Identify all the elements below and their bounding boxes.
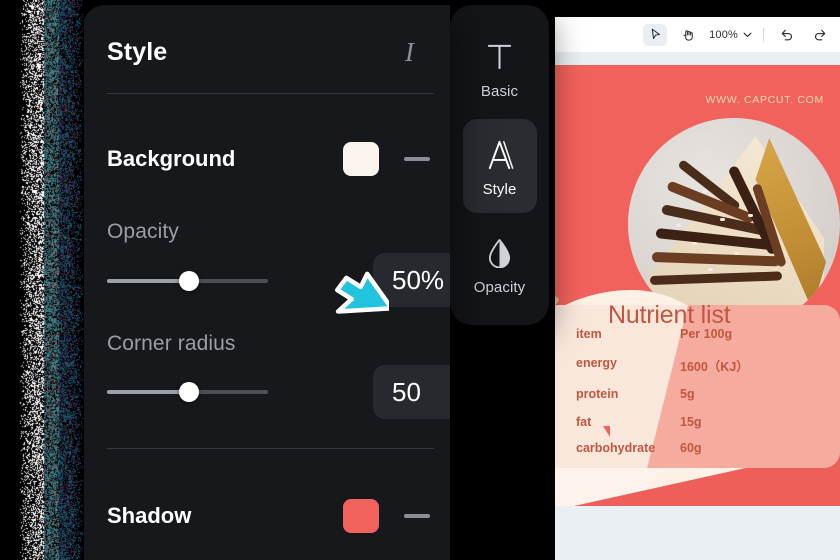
editor-application: 100% WWW. CAPCUT. COM Nutrient list item… [555, 0, 840, 560]
nutrient-label: energy [576, 356, 617, 370]
table-row: carbohydrate 60g [555, 441, 840, 469]
droplet-icon [486, 233, 513, 273]
panel-divider-bottom [107, 448, 434, 449]
corner-radius-value-text: 50 [392, 377, 421, 408]
text-T-icon [485, 37, 514, 77]
opacity-slider[interactable] [107, 271, 268, 291]
cursor-arrow-icon [649, 28, 662, 41]
design-canvas[interactable]: WWW. CAPCUT. COM Nutrient list item Per … [555, 65, 840, 506]
nutrient-label: fat [576, 415, 591, 429]
opacity-label: Opacity [107, 220, 179, 244]
redo-button[interactable] [808, 24, 832, 46]
table-row: energy 1600（KJ） [555, 356, 840, 384]
nutrient-value: 5g [680, 387, 695, 401]
shadow-color-swatch[interactable] [343, 499, 379, 533]
chevron-down-icon [743, 32, 752, 38]
style-category-rail: Basic Style Opacity [450, 5, 549, 325]
nutrient-value: Per 100g [680, 327, 732, 341]
opacity-slider-fill [107, 279, 189, 283]
capcut-watermark: WWW. CAPCUT. COM [705, 94, 824, 106]
table-row: protein 5g [555, 387, 840, 415]
nutrient-value: 1600（KJ） [680, 356, 749, 375]
corner-radius-slider[interactable] [107, 382, 268, 402]
background-label: Background [107, 146, 343, 172]
opacity-value-text: 50% [392, 265, 444, 296]
corner-radius-value-input[interactable]: 50 [373, 365, 450, 419]
screen: 100% WWW. CAPCUT. COM Nutrient list item… [0, 0, 840, 560]
nutrient-value: 15g [680, 415, 702, 429]
corner-radius-slider-fill [107, 390, 189, 394]
shadow-row: Shadow [107, 498, 430, 534]
toolbar-divider [763, 28, 764, 42]
italic-icon[interactable]: I [405, 37, 430, 68]
editor-workspace: WWW. CAPCUT. COM Nutrient list item Per … [555, 52, 840, 560]
opacity-slider-thumb[interactable] [179, 271, 199, 291]
nutrient-label: carbohydrate [576, 441, 655, 455]
table-row: fat 15g [555, 415, 840, 443]
zoom-control[interactable]: 100% [709, 29, 752, 41]
rail-item-basic[interactable]: Basic [463, 21, 537, 115]
nutrient-label: item [576, 327, 602, 341]
rail-item-label: Style [483, 181, 517, 198]
select-tool-button[interactable] [643, 24, 667, 46]
mouse-pointer [327, 270, 389, 330]
shadow-toggle-dash[interactable] [404, 514, 430, 518]
hand-icon [682, 28, 695, 42]
editor-toolbar: 100% [555, 17, 840, 52]
nutrient-value: 60g [680, 441, 702, 455]
corner-radius-label: Corner radius [107, 332, 236, 356]
table-row: item Per 100g [555, 327, 840, 355]
rail-item-opacity[interactable]: Opacity [463, 217, 537, 311]
letter-A-icon [484, 135, 515, 175]
shadow-label: Shadow [107, 503, 343, 529]
background-row: Background [107, 141, 430, 177]
panel-header: Style I [107, 31, 430, 73]
editor-titlebar [555, 0, 840, 17]
page-title: Style [107, 38, 167, 67]
panel-divider-top [107, 93, 434, 94]
rail-item-style[interactable]: Style [463, 119, 537, 213]
rail-item-label: Opacity [474, 279, 526, 296]
background-toggle-dash[interactable] [404, 157, 430, 161]
corner-radius-slider-thumb[interactable] [179, 382, 199, 402]
zoom-level-label: 100% [709, 29, 738, 41]
nutrient-list-heading[interactable]: Nutrient list [608, 301, 730, 330]
undo-button[interactable] [775, 24, 799, 46]
style-settings-panel: Style I Background Opacity 50% Corner ra… [83, 5, 450, 560]
background-color-swatch[interactable] [343, 142, 379, 176]
nutrient-label: protein [576, 387, 618, 401]
redo-icon [813, 28, 827, 41]
rail-item-label: Basic [481, 83, 518, 100]
undo-icon [780, 28, 794, 41]
image-noise-artifact [18, 0, 84, 560]
hand-tool-button[interactable] [676, 24, 700, 46]
